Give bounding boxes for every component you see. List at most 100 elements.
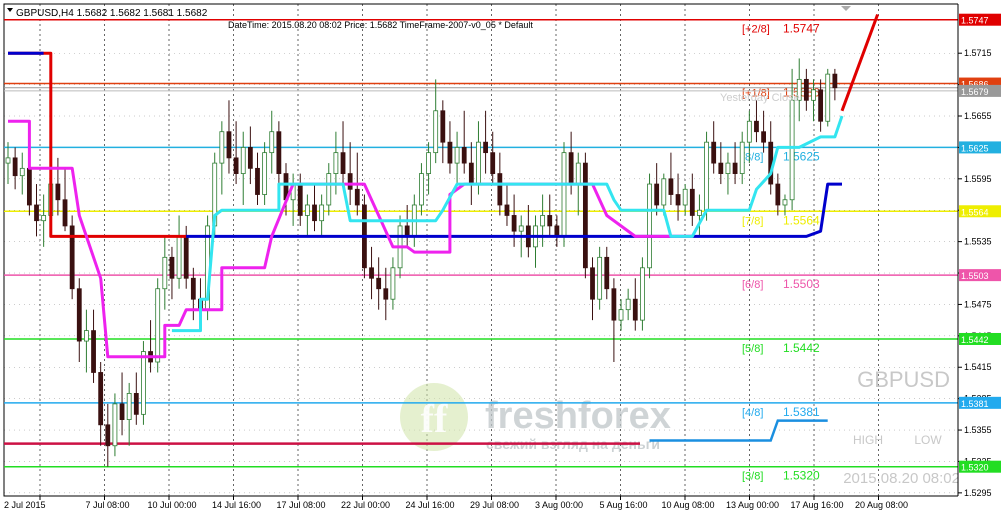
candle-body xyxy=(5,157,11,164)
price-tag-label: 1.5625 xyxy=(961,143,989,153)
candle-body xyxy=(604,256,610,290)
candle-body xyxy=(426,152,431,174)
candle-body xyxy=(476,141,481,185)
candle-body xyxy=(419,173,424,206)
candle-body xyxy=(440,110,446,143)
candle-body xyxy=(404,225,410,237)
info-line: DateTime: 2015.08.20 08:02 Price: 1.5682… xyxy=(228,20,533,30)
candle-body xyxy=(376,277,382,290)
candle-body xyxy=(661,178,667,206)
candle-body xyxy=(754,120,759,133)
candle-body xyxy=(333,152,339,174)
murrey-level-name: [4/8] xyxy=(742,407,763,419)
candle-body xyxy=(711,141,717,164)
candle-body xyxy=(340,152,346,174)
x-tick-label: 17 Jul 08:00 xyxy=(276,500,325,510)
candle-body xyxy=(105,424,111,447)
x-tick-label: 17 Aug 16:00 xyxy=(790,500,843,510)
candle-body xyxy=(547,215,553,227)
candle-body xyxy=(647,183,652,269)
candle-body xyxy=(155,288,161,363)
candle-body xyxy=(632,298,638,321)
candle-body xyxy=(611,288,617,321)
candle-body xyxy=(19,167,25,177)
x-tick-label: 10 Aug 08:00 xyxy=(661,500,714,510)
price-tag-label: 1.5564 xyxy=(961,207,989,217)
candle-body xyxy=(697,209,702,216)
candle-body xyxy=(618,309,624,321)
x-tick-label: 2 Jul 2015 xyxy=(4,500,46,510)
candle-body xyxy=(262,152,268,195)
candle-body xyxy=(55,183,61,201)
candle-body xyxy=(112,403,118,447)
y-tick-label: 1.5475 xyxy=(964,299,992,309)
price-tag-label: 1.5679 xyxy=(961,87,989,97)
candle-body xyxy=(761,131,766,143)
candle-body xyxy=(12,157,18,177)
murrey-level-name: [7/8] xyxy=(742,215,763,227)
x-tick-label: 7 Jul 08:00 xyxy=(85,500,129,510)
watermark-symbol: GBPUSD xyxy=(857,367,950,392)
candle-body xyxy=(369,267,374,279)
candle-body xyxy=(789,99,795,201)
candle-body xyxy=(347,173,353,190)
y-tick-label: 1.5295 xyxy=(964,488,992,498)
price-chart[interactable]: GBPUSD 2015.08.20 08:02 HIGH LOW ff fres… xyxy=(0,0,1001,514)
murrey-level-name: [8/8] xyxy=(742,151,763,163)
y-tick-label: 1.5715 xyxy=(964,48,992,58)
y-tick-label: 1.5355 xyxy=(964,425,992,435)
candle-body xyxy=(383,288,389,300)
candle-body xyxy=(568,152,574,185)
candle-body xyxy=(739,141,745,174)
candle-body xyxy=(62,199,68,227)
candle-body xyxy=(226,131,232,159)
candle-body xyxy=(119,403,125,420)
candle-body xyxy=(597,256,603,300)
murrey-level-value: 1.5503 xyxy=(783,277,820,291)
murrey-level-value: 1.5625 xyxy=(783,149,820,163)
candle-body xyxy=(504,204,510,216)
candle-body xyxy=(84,330,89,342)
murrey-level-name: [5/8] xyxy=(742,343,763,355)
high-label: HIGH xyxy=(853,433,883,447)
x-tick-label: 22 Jul 00:00 xyxy=(341,500,390,510)
candle-body xyxy=(518,225,524,232)
candle-body xyxy=(654,183,660,206)
candle-body xyxy=(811,89,816,101)
candle-body xyxy=(190,277,196,300)
murrey-level-name: [6/8] xyxy=(742,279,763,291)
murrey-level-value: 1.5381 xyxy=(783,405,820,419)
candle-body xyxy=(625,298,631,311)
candle-body xyxy=(312,204,317,222)
x-tick-label: 29 Jul 08:00 xyxy=(470,500,519,510)
candle-body xyxy=(247,147,253,169)
candle-body xyxy=(782,199,788,206)
candle-body xyxy=(240,147,246,174)
price-tag-label: 1.5503 xyxy=(961,271,989,281)
murrey-level-value: 1.5320 xyxy=(783,469,820,483)
x-tick-label: 24 Jul 16:00 xyxy=(405,500,454,510)
candle-body xyxy=(297,183,303,216)
candle-body xyxy=(803,78,809,101)
yesterday-close-label: Yesterday Close xyxy=(720,92,800,104)
price-tag-label: 1.5320 xyxy=(961,463,989,473)
candle-body xyxy=(34,204,39,222)
murrey-level-name: [+2/8] xyxy=(742,24,770,36)
chart-window[interactable]: GBPUSD 2015.08.20 08:02 HIGH LOW ff fres… xyxy=(0,0,1001,514)
price-axis: 1.57151.56851.56551.56251.55951.55651.55… xyxy=(957,0,1001,514)
candle-body xyxy=(126,393,132,420)
axis-background xyxy=(958,0,1001,514)
candle-body xyxy=(461,147,467,164)
candle-body xyxy=(825,73,831,122)
candle-body xyxy=(219,131,225,164)
candle-body xyxy=(832,73,838,89)
candle-body xyxy=(640,267,645,321)
y-tick-label: 1.5655 xyxy=(964,111,992,121)
candle-body xyxy=(725,162,731,174)
candle-body xyxy=(490,152,496,174)
candle-body xyxy=(304,204,310,216)
candle-body xyxy=(162,256,168,290)
candle-body xyxy=(433,110,439,154)
candle-body xyxy=(133,393,139,415)
candle-body xyxy=(575,162,581,185)
